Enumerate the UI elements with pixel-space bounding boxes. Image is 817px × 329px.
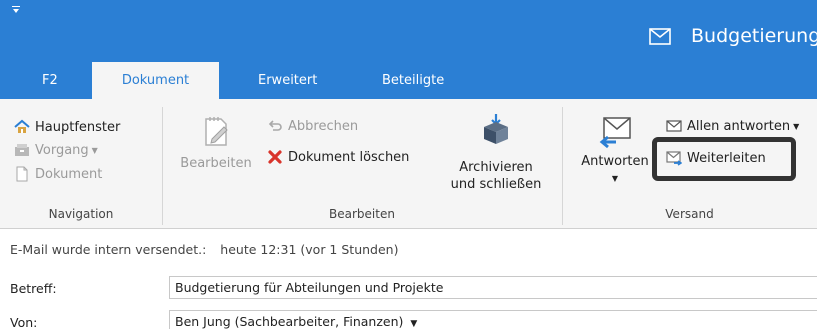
bearbeiten-label: Bearbeiten xyxy=(180,156,252,171)
tab-f2[interactable]: F2 xyxy=(42,62,58,99)
abbrechen-label: Abbrechen xyxy=(288,118,359,134)
reply-all-mail-icon xyxy=(666,120,682,132)
archivieren-label-line2: und schließen xyxy=(450,177,542,192)
quick-access-dropdown-icon[interactable] xyxy=(12,6,22,16)
sent-info-label: E-Mail wurde intern versendet.: xyxy=(10,242,207,257)
bearbeiten-group-label: Bearbeiten xyxy=(329,207,395,221)
antworten-button[interactable]: Antworten ▼ xyxy=(575,115,655,187)
tab-erweitert[interactable]: Erweitert xyxy=(258,62,317,99)
sent-info: E-Mail wurde intern versendet.: heute 12… xyxy=(10,242,398,257)
archive-box-icon xyxy=(484,114,508,144)
mail-header: E-Mail wurde intern versendet.: heute 12… xyxy=(0,229,817,329)
bearbeiten-button[interactable]: Bearbeiten xyxy=(174,115,258,172)
vorgang-dropdown-icon: ▼ xyxy=(91,145,98,155)
undo-icon xyxy=(268,120,282,131)
hauptfenster-label: Hauptfenster xyxy=(35,119,121,135)
ribbon-tabs: F2 Dokument Erweitert Beteiligte xyxy=(0,62,817,99)
allen-antworten-label: Allen antworten xyxy=(687,118,791,134)
navigation-group-label: Navigation xyxy=(48,207,114,221)
weiterleiten-highlight-frame xyxy=(652,137,796,181)
betreff-field[interactable]: Budgetierung für Abteilungen und Projekt… xyxy=(169,276,817,299)
von-field[interactable]: Ben Jung (Sachbearbeiter, Finanzen) ▼ xyxy=(169,310,817,329)
dokument-loeschen-label: Dokument löschen xyxy=(288,149,410,165)
von-value: Ben Jung (Sachbearbeiter, Finanzen) xyxy=(175,314,404,329)
archivieren-label-line1: Archivieren xyxy=(459,160,533,175)
delete-x-icon xyxy=(268,150,282,164)
title-bar: Budgetierung xyxy=(0,0,817,62)
tab-dokument[interactable]: Dokument xyxy=(92,62,219,99)
betreff-label: Betreff: xyxy=(10,281,57,296)
allen-antworten-dropdown-icon: ▼ xyxy=(793,121,800,131)
antworten-label: Antworten xyxy=(581,154,649,169)
document-icon xyxy=(16,166,28,182)
von-dropdown-icon[interactable]: ▼ xyxy=(410,319,417,329)
archivieren-schliessen-button[interactable]: Archivieren und schließen xyxy=(444,111,548,193)
hauptfenster-button[interactable]: Hauptfenster xyxy=(14,117,120,137)
vorgang-label: Vorgang xyxy=(35,142,89,158)
home-icon xyxy=(14,119,30,133)
von-label: Von: xyxy=(10,315,38,329)
abbrechen-button[interactable]: Abbrechen xyxy=(267,116,358,136)
betreff-value: Budgetierung für Abteilungen und Projekt… xyxy=(175,280,444,295)
reply-mail-icon xyxy=(599,117,631,149)
window-title: Budgetierung xyxy=(691,25,817,47)
versand-group-label: Versand xyxy=(665,207,714,221)
sent-info-value: heute 12:31 (vor 1 Stunden) xyxy=(220,242,399,257)
vorgang-button[interactable]: Vorgang ▼ xyxy=(14,140,98,160)
edit-document-icon xyxy=(205,117,228,146)
dokument-label: Dokument xyxy=(35,166,103,182)
antworten-dropdown-icon: ▼ xyxy=(611,174,619,183)
folder-tray-icon xyxy=(15,144,29,156)
allen-antworten-button[interactable]: Allen antworten ▼ xyxy=(666,116,799,136)
mail-icon xyxy=(649,28,671,45)
dokument-loeschen-button[interactable]: Dokument löschen xyxy=(267,147,409,167)
tab-beteiligte[interactable]: Beteiligte xyxy=(382,62,444,99)
dokument-button[interactable]: Dokument xyxy=(14,164,102,184)
